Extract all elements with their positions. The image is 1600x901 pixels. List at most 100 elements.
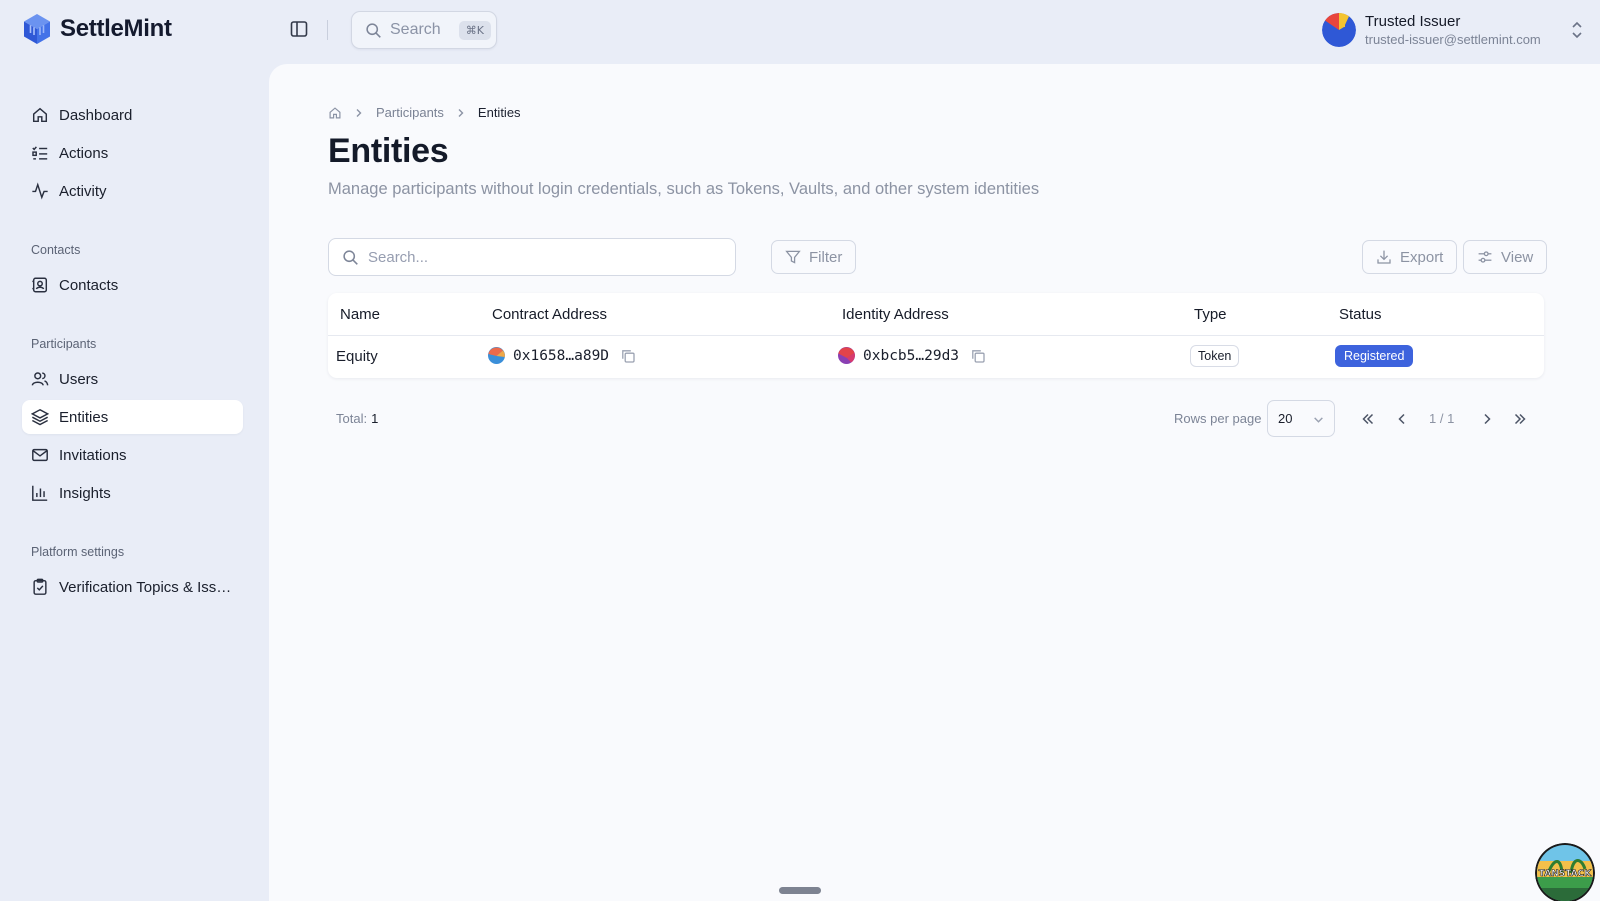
clipboard-check-icon (31, 578, 49, 596)
copy-contract-address-button[interactable] (620, 348, 636, 364)
first-page-button[interactable] (1359, 410, 1377, 428)
sliders-icon (1477, 249, 1493, 265)
panel-left-icon (289, 19, 311, 39)
sidebar-item-activity[interactable]: Activity (22, 174, 243, 208)
settlemint-logo-icon (22, 13, 52, 45)
sidebar-item-label: Actions (59, 144, 109, 162)
sidebar-item-label: Contacts (59, 276, 119, 294)
search-icon (365, 22, 382, 39)
address-avatar-icon (838, 347, 855, 364)
keyboard-shortcut-hint: ⌘K (458, 20, 491, 40)
user-name: Trusted Issuer (1365, 13, 1461, 30)
view-options-button[interactable]: View (1463, 240, 1548, 274)
total-count: 1 (371, 411, 379, 426)
sidebar-item-label: Activity (59, 182, 107, 200)
activity-icon (31, 182, 49, 200)
export-button[interactable]: Export (1362, 240, 1458, 274)
rows-per-page-label: Rows per page (1174, 411, 1262, 426)
copy-icon (970, 348, 986, 364)
tanstack-devtools-button[interactable]: TANSTACK (1535, 843, 1595, 901)
sidebar-item-label: Verification Topics & Issu... (59, 578, 237, 596)
identity-address-text: 0xbcb5…29d3 (863, 347, 960, 364)
address-avatar-icon (488, 347, 505, 364)
chevrons-left-icon (1361, 412, 1375, 426)
table-search (328, 238, 736, 276)
chevron-right-icon (354, 108, 364, 118)
page-description: Manage participants without login creden… (328, 180, 1040, 198)
breadcrumb: Participants Entities (328, 105, 521, 120)
cell-type: Token (1190, 345, 1240, 367)
rows-per-page-select[interactable]: 20 (1267, 400, 1335, 437)
last-page-button[interactable] (1511, 410, 1529, 428)
copy-icon (620, 348, 636, 364)
home-icon (328, 106, 342, 120)
breadcrumb-participants-link[interactable]: Participants (376, 105, 444, 120)
total-label: Total: (336, 411, 368, 426)
view-button-label: View (1501, 248, 1534, 266)
global-search-button[interactable]: Search ⌘K (351, 11, 497, 49)
filter-button-label: Filter (809, 248, 843, 266)
table-row[interactable]: Equity 0x1658…a89D 0xbcb5…29d3 Token Reg… (328, 336, 1544, 378)
sidebar-item-entities[interactable]: Entities (22, 400, 243, 434)
download-icon (1376, 249, 1392, 265)
sidebar-item-dashboard[interactable]: Dashboard (22, 98, 243, 132)
column-header-contract-address[interactable]: Contract Address (492, 306, 607, 323)
users-icon (31, 370, 49, 388)
brand-name: SettleMint (60, 15, 172, 42)
table-search-input[interactable] (368, 248, 708, 266)
main-panel: Participants Entities Entities Manage pa… (269, 64, 1600, 901)
filter-button[interactable]: Filter (771, 240, 857, 274)
search-icon (342, 249, 359, 266)
status-badge: Registered (1335, 345, 1414, 367)
sidebar-item-insights[interactable]: Insights (22, 476, 243, 510)
sidebar-group-participants: Participants (31, 337, 97, 351)
filter-icon (785, 249, 801, 265)
cell-name: Equity (336, 348, 378, 365)
type-badge: Token (1190, 345, 1240, 367)
cell-status: Registered (1335, 345, 1414, 367)
breadcrumb-current: Entities (477, 105, 521, 120)
chevron-down-icon (1313, 414, 1324, 425)
column-header-name[interactable]: Name (340, 306, 380, 323)
previous-page-button[interactable] (1393, 410, 1411, 428)
copy-identity-address-button[interactable] (970, 348, 986, 364)
chevrons-right-icon (1513, 412, 1527, 426)
rows-per-page-value: 20 (1278, 411, 1293, 426)
user-menu[interactable]: Trusted Issuer trusted-issuer@settlemint… (1322, 11, 1584, 49)
sidebar-item-invitations[interactable]: Invitations (22, 438, 243, 472)
bar-chart-icon (31, 484, 49, 502)
cell-identity-address: 0xbcb5…29d3 (838, 347, 986, 364)
chevron-right-icon (456, 108, 466, 118)
sidebar-item-contacts[interactable]: Contacts (22, 268, 243, 302)
column-header-status[interactable]: Status (1339, 306, 1382, 323)
sidebar-item-verification-topics[interactable]: Verification Topics & Issu... (22, 570, 243, 604)
sidebar-item-users[interactable]: Users (22, 362, 243, 396)
layers-icon (31, 408, 49, 426)
sidebar-item-label: Users (59, 370, 99, 388)
scroll-handle[interactable] (779, 887, 821, 894)
sidebar-toggle-button[interactable] (289, 19, 311, 41)
next-page-button[interactable] (1478, 410, 1496, 428)
table-total: Total: 1 (336, 411, 378, 426)
brand-logo[interactable]: SettleMint (22, 13, 172, 45)
user-email: trusted-issuer@settlemint.com (1365, 32, 1541, 47)
sidebar-group-contacts: Contacts (31, 243, 81, 257)
column-header-type[interactable]: Type (1194, 306, 1227, 323)
sidebar-item-label: Invitations (59, 446, 127, 464)
sidebar-item-label: Insights (59, 484, 111, 502)
chevrons-up-down-icon (1570, 21, 1584, 39)
topbar-divider (327, 20, 328, 40)
tanstack-badge-text: TANSTACK (1539, 869, 1592, 879)
avatar (1322, 13, 1356, 47)
mail-icon (31, 446, 49, 464)
sidebar-item-label: Dashboard (59, 106, 133, 124)
tanstack-logo-icon: TANSTACK (1535, 843, 1595, 901)
chevron-left-icon (1395, 412, 1409, 426)
contract-address-text: 0x1658…a89D (513, 347, 610, 364)
chevron-right-icon (1480, 412, 1494, 426)
table-header: Name Contract Address Identity Address T… (328, 293, 1544, 336)
list-checks-icon (31, 144, 49, 162)
sidebar-item-actions[interactable]: Actions (22, 136, 243, 170)
column-header-identity-address[interactable]: Identity Address (842, 306, 949, 323)
breadcrumb-home-link[interactable] (328, 106, 342, 120)
